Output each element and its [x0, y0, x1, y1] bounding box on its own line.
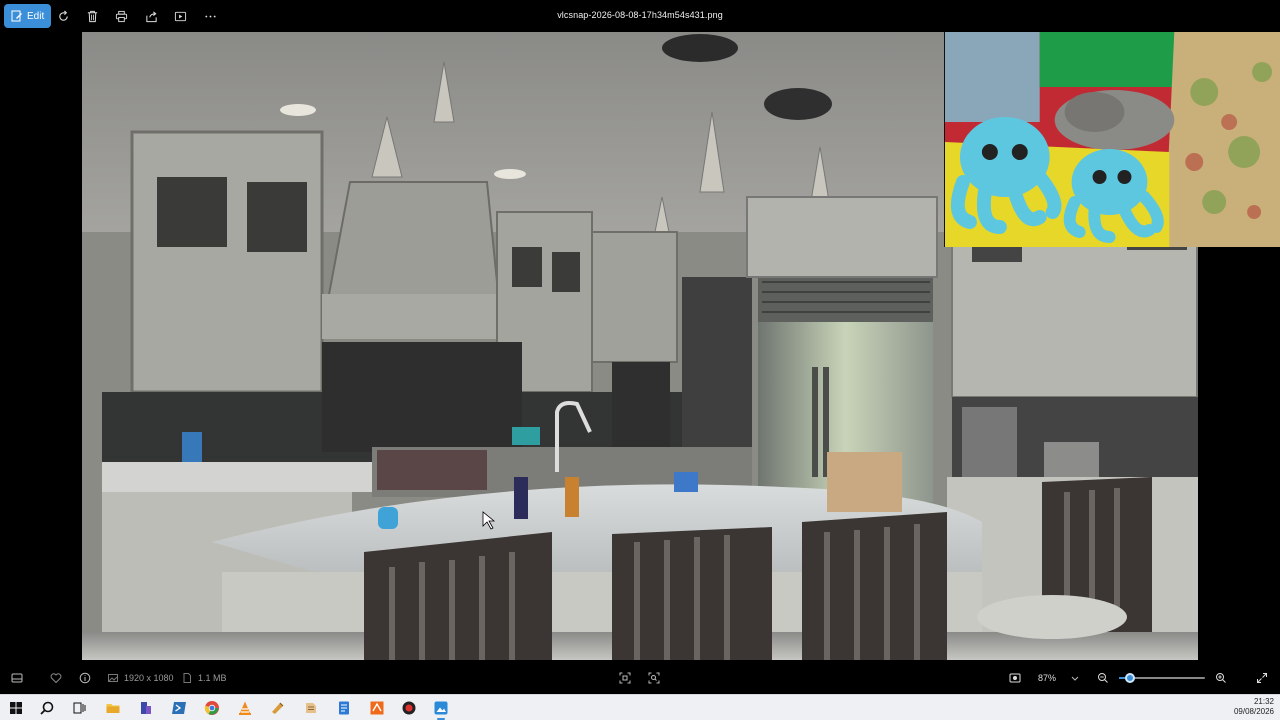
more-icon[interactable]: [202, 8, 218, 24]
clock-date: 09/08/2026: [1233, 707, 1274, 716]
zoom-dropdown-chevron-icon[interactable]: [1068, 671, 1082, 685]
zoom-slider[interactable]: [1119, 673, 1205, 683]
powershell-icon[interactable]: [170, 699, 188, 717]
favorite-icon[interactable]: [49, 671, 63, 685]
photos-icon[interactable]: [432, 699, 450, 720]
zoom-in-icon[interactable]: [1214, 671, 1228, 685]
app-icon[interactable]: [302, 699, 320, 717]
filmstrip-icon[interactable]: [10, 671, 24, 685]
app-icon[interactable]: [400, 699, 418, 717]
search-icon[interactable]: [38, 699, 56, 717]
chrome-icon[interactable]: [203, 699, 221, 717]
clock-time: 21:32: [1253, 697, 1274, 706]
app-icon[interactable]: [137, 699, 155, 717]
app-icon[interactable]: [368, 699, 386, 717]
actual-size-icon[interactable]: [1008, 671, 1022, 685]
zoom-level[interactable]: 87%: [1038, 673, 1056, 683]
edit-icon: [11, 10, 22, 22]
rotate-icon[interactable]: [55, 8, 71, 24]
crop-icon[interactable]: [618, 671, 632, 685]
taskbar: 21:32 09/08/2026: [0, 694, 1280, 720]
task-view-icon[interactable]: [70, 699, 88, 717]
print-icon[interactable]: [113, 8, 129, 24]
file-explorer-icon[interactable]: [104, 699, 122, 717]
octopus-plush-photo: [944, 32, 1280, 247]
top-toolbar: Edit vlcsnap-2026-08-08-17h34m54s431.png: [0, 0, 1280, 32]
fullscreen-icon[interactable]: [1255, 671, 1269, 685]
image-viewer[interactable]: [0, 32, 1280, 660]
start-icon[interactable]: [7, 699, 25, 717]
status-bar: 1920 x 1080 1.1 MB 87%: [0, 662, 1280, 692]
file-size-icon: [180, 671, 194, 685]
app-icon[interactable]: [269, 699, 287, 717]
slideshow-icon[interactable]: [172, 8, 188, 24]
vlc-icon[interactable]: [236, 699, 254, 717]
info-icon[interactable]: [78, 671, 92, 685]
delete-icon[interactable]: [84, 8, 100, 24]
edit-button[interactable]: Edit: [4, 4, 52, 28]
visual-search-icon[interactable]: [647, 671, 661, 685]
zoom-slider-thumb[interactable]: [1125, 673, 1135, 683]
file-size: 1.1 MB: [198, 673, 227, 683]
system-clock[interactable]: 21:32 09/08/2026: [1234, 697, 1274, 717]
notepad-icon[interactable]: [335, 699, 353, 717]
share-icon[interactable]: [143, 8, 159, 24]
zoom-out-icon[interactable]: [1096, 671, 1110, 685]
edit-label: Edit: [27, 10, 45, 22]
image-resolution: 1920 x 1080: [124, 673, 174, 683]
image-size-icon: [106, 671, 120, 685]
file-name: vlcsnap-2026-08-08-17h34m54s431.png: [557, 10, 723, 20]
